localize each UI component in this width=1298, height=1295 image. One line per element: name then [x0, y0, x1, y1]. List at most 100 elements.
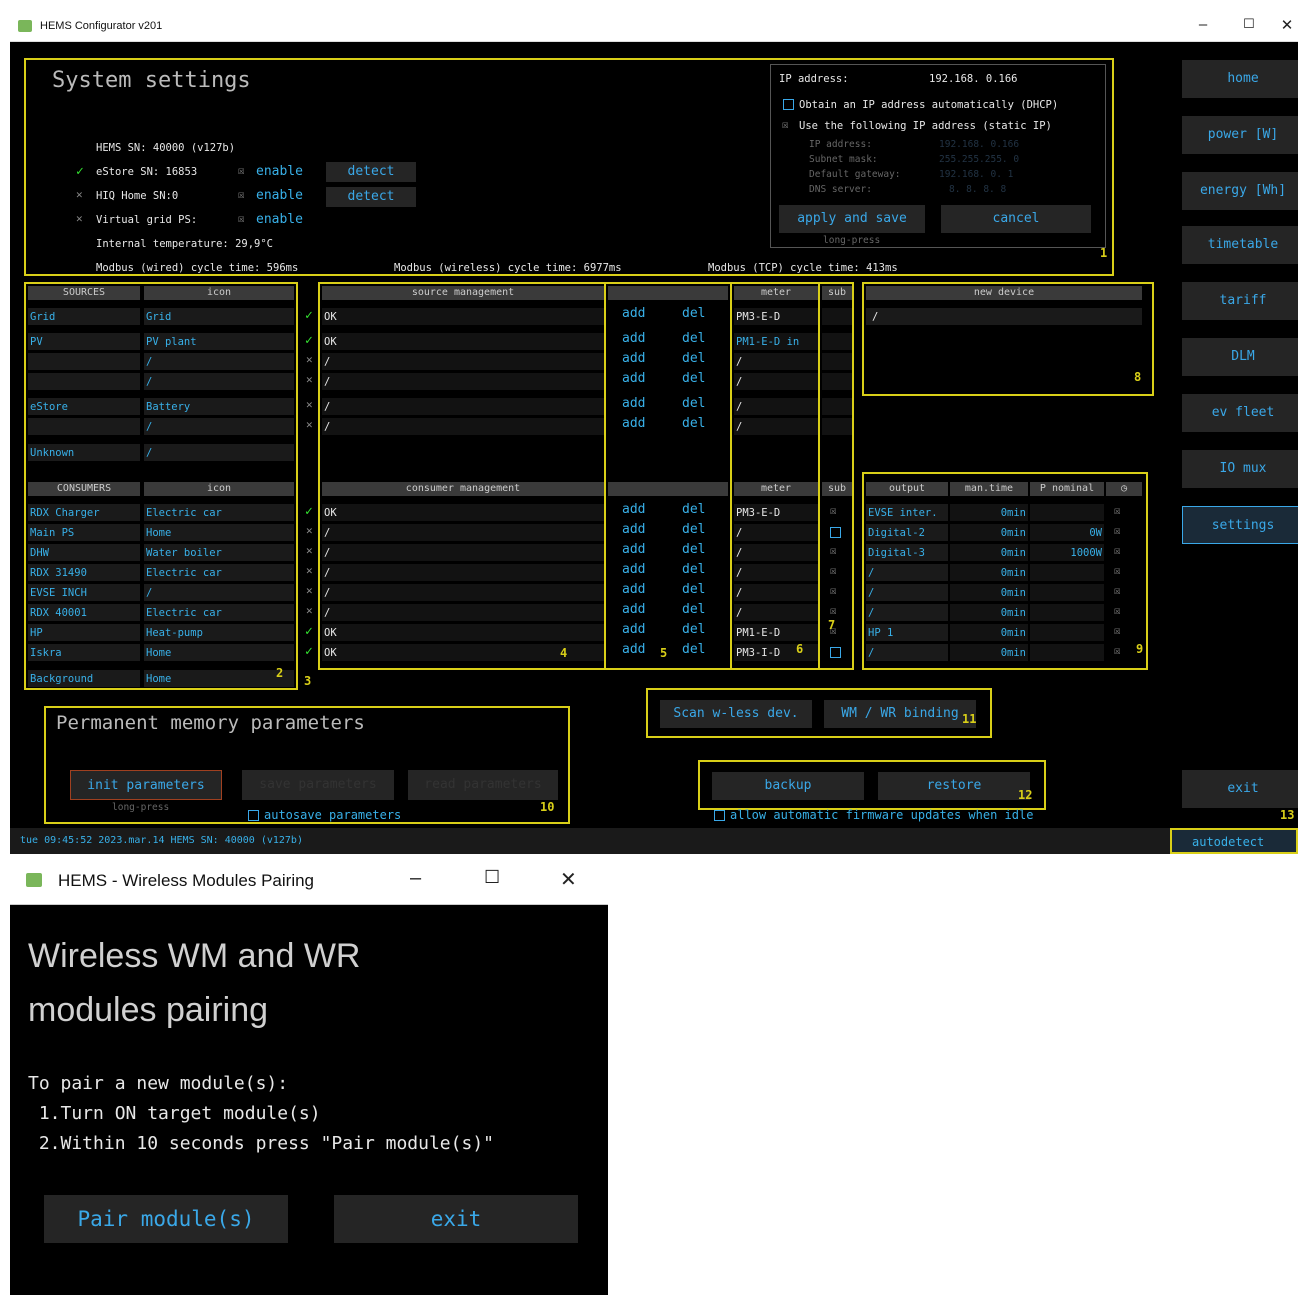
wm-wr-binding-button[interactable]: WM / WR binding [824, 700, 976, 728]
source-icon[interactable]: / [144, 418, 294, 435]
consumer-output[interactable]: / [866, 644, 948, 661]
consumer-mantime[interactable]: 0min [950, 584, 1028, 601]
consumer-icon[interactable]: Electric car [144, 604, 294, 621]
save-parameters-button[interactable]: save parameters [242, 770, 394, 800]
maximize-button[interactable]: ☐ [1234, 16, 1264, 32]
source-del-button[interactable]: del [682, 332, 705, 345]
consumer-pnominal[interactable] [1030, 564, 1104, 581]
consumer-sub-checkbox[interactable]: ☒ [830, 564, 837, 577]
source-icon[interactable]: / [144, 373, 294, 390]
consumer-sub-checkbox[interactable]: ☒ [830, 544, 837, 557]
apply-and-save-button[interactable]: apply and save [779, 205, 925, 233]
consumer-del-button[interactable]: del [682, 563, 705, 576]
consumer-output[interactable]: HP 1 [866, 624, 948, 641]
consumer-icon[interactable]: Home [144, 644, 294, 661]
consumer-sub-checkbox[interactable] [830, 527, 841, 538]
source-add-button[interactable]: add [622, 352, 645, 365]
gateway-field[interactable]: 192.168. 0. 1 [939, 169, 1013, 181]
consumer-pnominal[interactable]: 0W [1030, 524, 1104, 541]
source-name[interactable] [28, 373, 140, 390]
consumer-add-button[interactable]: add [622, 603, 645, 616]
source-add-button[interactable]: add [622, 397, 645, 410]
consumer-pnominal[interactable] [1030, 584, 1104, 601]
init-parameters-button[interactable]: init parameters [70, 770, 222, 800]
consumer-sub-checkbox[interactable] [830, 647, 841, 658]
source-name[interactable] [28, 353, 140, 370]
nav-energy[interactable]: energy [Wh] [1182, 172, 1298, 210]
static-ip-checkbox[interactable]: ☒ [782, 118, 789, 131]
background-name[interactable]: Background [28, 670, 140, 687]
consumer-del-button[interactable]: del [682, 503, 705, 516]
consumer-timer-checkbox[interactable]: ☒ [1114, 544, 1121, 557]
consumer-mantime[interactable]: 0min [950, 564, 1028, 581]
dhcp-checkbox[interactable] [783, 99, 794, 110]
source-del-button[interactable]: del [682, 417, 705, 430]
consumer-del-button[interactable]: del [682, 583, 705, 596]
nav-home[interactable]: home [1182, 60, 1298, 98]
hiq-enable-checkbox[interactable]: ☒ [238, 188, 245, 201]
consumer-pnominal[interactable]: 1000W [1030, 544, 1104, 561]
source-name[interactable]: PV [28, 333, 140, 350]
subnet-mask-field[interactable]: 255.255.255. 0 [939, 154, 1019, 166]
consumer-output[interactable]: EVSE inter. [866, 504, 948, 521]
consumer-add-button[interactable]: add [622, 563, 645, 576]
source-icon[interactable]: / [144, 444, 294, 461]
consumer-pnominal[interactable] [1030, 604, 1104, 621]
consumer-name[interactable]: DHW [28, 544, 140, 561]
nav-dlm[interactable]: DLM [1182, 338, 1298, 376]
pairing-maximize-button[interactable]: ☐ [484, 867, 500, 888]
consumer-del-button[interactable]: del [682, 623, 705, 636]
new-device-field[interactable]: / [866, 308, 1142, 325]
source-icon[interactable]: / [144, 353, 294, 370]
consumer-icon[interactable]: Home [144, 524, 294, 541]
source-icon[interactable]: Battery [144, 398, 294, 415]
consumer-output[interactable]: Digital-2 [866, 524, 948, 541]
consumer-name[interactable]: Main PS [28, 524, 140, 541]
consumer-add-button[interactable]: add [622, 643, 645, 656]
source-del-button[interactable]: del [682, 397, 705, 410]
consumer-del-button[interactable]: del [682, 523, 705, 536]
estore-detect-button[interactable]: detect [326, 162, 416, 182]
consumer-name[interactable]: RDX 31490 [28, 564, 140, 581]
consumer-mantime[interactable]: 0min [950, 604, 1028, 621]
consumer-output[interactable]: / [866, 584, 948, 601]
nav-exit[interactable]: exit [1182, 770, 1298, 808]
source-icon[interactable]: PV plant [144, 333, 294, 350]
source-add-button[interactable]: add [622, 417, 645, 430]
source-name[interactable]: eStore [28, 398, 140, 415]
consumer-output[interactable]: Digital-3 [866, 544, 948, 561]
consumer-icon[interactable]: Electric car [144, 504, 294, 521]
pairing-exit-button[interactable]: exit [334, 1195, 578, 1243]
nav-timetable[interactable]: timetable [1182, 226, 1298, 264]
consumer-mantime[interactable]: 0min [950, 524, 1028, 541]
consumer-icon[interactable]: Electric car [144, 564, 294, 581]
consumer-icon[interactable]: Heat-pump [144, 624, 294, 641]
consumer-name[interactable]: RDX 40001 [28, 604, 140, 621]
pairing-close-button[interactable]: ✕ [560, 867, 577, 892]
consumer-del-button[interactable]: del [682, 603, 705, 616]
consumer-output[interactable]: / [866, 604, 948, 621]
consumer-del-button[interactable]: del [682, 643, 705, 656]
source-add-button[interactable]: add [622, 307, 645, 320]
close-button[interactable]: ✕ [1272, 16, 1298, 34]
static-ip-address-field[interactable]: 192.168. 0.166 [939, 139, 1019, 151]
nav-io-mux[interactable]: IO mux [1182, 450, 1298, 488]
hiq-detect-button[interactable]: detect [326, 187, 416, 207]
consumer-pnominal[interactable] [1030, 504, 1104, 521]
consumer-icon[interactable]: / [144, 584, 294, 601]
estore-enable-checkbox[interactable]: ☒ [238, 164, 245, 177]
consumer-name[interactable]: EVSE INCH [28, 584, 140, 601]
restore-button[interactable]: restore [878, 772, 1030, 800]
vgrid-enable-checkbox[interactable]: ☒ [238, 212, 245, 225]
consumer-add-button[interactable]: add [622, 543, 645, 556]
consumer-timer-checkbox[interactable]: ☒ [1114, 504, 1121, 517]
consumer-timer-checkbox[interactable]: ☒ [1114, 624, 1121, 637]
consumer-mantime[interactable]: 0min [950, 504, 1028, 521]
consumer-timer-checkbox[interactable]: ☒ [1114, 644, 1121, 657]
nav-ev-fleet[interactable]: ev fleet [1182, 394, 1298, 432]
consumer-name[interactable]: Iskra [28, 644, 140, 661]
nav-power[interactable]: power [W] [1182, 116, 1298, 154]
source-del-button[interactable]: del [682, 372, 705, 385]
scan-wireless-button[interactable]: Scan w-less dev. [660, 700, 812, 728]
consumer-timer-checkbox[interactable]: ☒ [1114, 564, 1121, 577]
